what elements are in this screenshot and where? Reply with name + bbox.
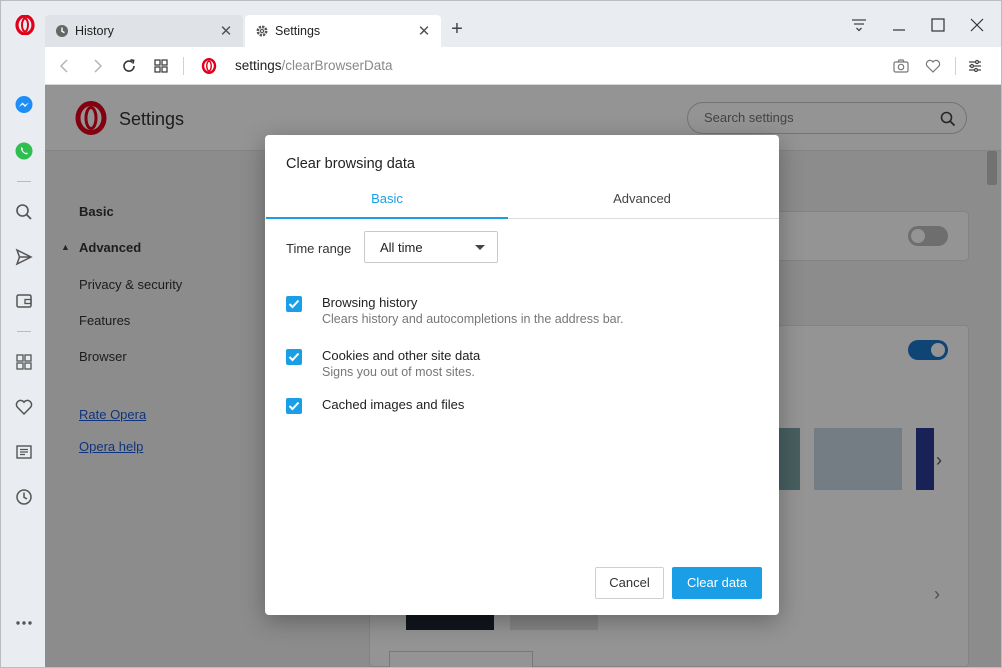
title-bar: History ✕ Settings ✕ + [1,1,1001,47]
whatsapp-icon[interactable] [13,140,35,162]
bookmarks-heart-icon[interactable] [13,396,35,418]
close-tab-icon[interactable]: ✕ [417,23,431,40]
messenger-icon[interactable] [13,94,35,116]
clear-browsing-data-dialog: Clear browsing data Basic Advanced Time … [265,135,779,615]
address-field[interactable]: settings/clearBrowserData [235,58,393,73]
search-icon[interactable] [13,201,35,223]
time-range-label: Time range [286,241,352,256]
close-tab-icon[interactable]: ✕ [219,23,233,40]
maximize-icon[interactable] [926,13,950,37]
time-range-select[interactable]: All time [364,231,498,263]
speed-dial-icon[interactable] [13,351,35,373]
checkmark-icon [288,299,300,309]
option-description: Signs you out of most sites. [322,365,475,379]
url-host: settings [235,58,282,73]
address-bar: settings/clearBrowserData [45,47,1001,85]
opera-page-icon [199,56,219,76]
opera-menu-icon[interactable] [15,14,35,36]
forward-icon[interactable] [87,56,107,76]
tab-settings[interactable]: Settings ✕ [245,15,441,47]
speed-dial-icon[interactable] [151,56,171,76]
news-icon[interactable] [13,441,35,463]
dialog-tabs: Basic Advanced [265,185,779,219]
tab-history[interactable]: History ✕ [45,15,243,47]
url-path: /clearBrowserData [281,58,393,73]
close-window-icon[interactable] [965,13,989,37]
tab-label: Settings [275,24,321,38]
sidebar [1,47,45,667]
option-title: Browsing history [322,295,418,310]
minimize-icon[interactable] [887,13,911,37]
reload-icon[interactable] [119,56,139,76]
cancel-button[interactable]: Cancel [595,567,664,599]
cookies-checkbox[interactable] [286,349,302,365]
heart-icon[interactable] [923,56,943,76]
separator [183,57,184,75]
wallet-icon[interactable] [13,290,35,312]
dropdown-arrow-icon [475,245,485,250]
tab-menu-icon[interactable] [847,13,871,37]
separator [17,331,31,332]
back-icon[interactable] [55,56,75,76]
separator [955,57,956,75]
tab-label: History [75,24,114,38]
browsing-history-checkbox[interactable] [286,296,302,312]
camera-icon[interactable] [891,56,911,76]
browser-window: History ✕ Settings ✕ + settings/clearBro… [0,0,1002,668]
separator [17,181,31,182]
clock-icon [55,24,69,38]
option-description: Clears history and autocompletions in th… [322,312,624,326]
new-tab-icon[interactable]: + [447,19,467,39]
cached-images-checkbox[interactable] [286,398,302,414]
tab-basic[interactable]: Basic [266,185,508,219]
more-icon[interactable] [13,612,35,634]
time-range-value: All time [380,240,423,255]
checkmark-icon [288,401,300,411]
send-icon[interactable] [13,246,35,268]
dialog-title: Clear browsing data [286,156,415,172]
gear-icon [255,24,269,38]
clear-data-button[interactable]: Clear data [672,567,762,599]
option-title: Cached images and files [322,397,465,412]
easy-setup-icon[interactable] [965,56,985,76]
checkmark-icon [288,352,300,362]
option-title: Cookies and other site data [322,348,481,363]
history-clock-icon[interactable] [13,486,35,508]
tab-advanced[interactable]: Advanced [521,185,763,219]
